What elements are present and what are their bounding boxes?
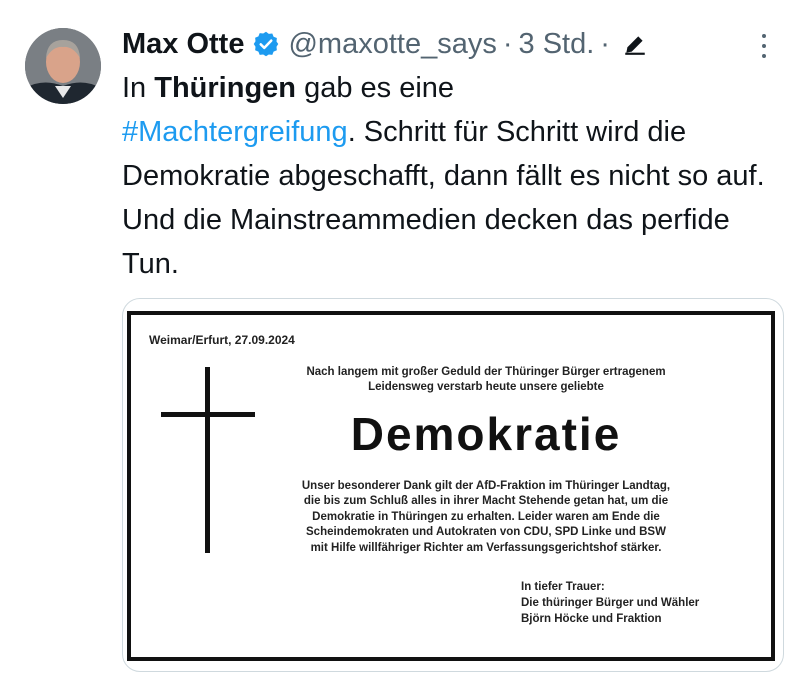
- intro-text: Nach langem mit großer Geduld der Thürin…: [306, 366, 666, 393]
- edit-pencil-icon[interactable]: [622, 31, 648, 57]
- tweet-image[interactable]: Weimar/Erfurt, 27.09.2024 Nach langem mi…: [122, 298, 784, 672]
- obituary-notice: Weimar/Erfurt, 27.09.2024 Nach langem mi…: [127, 311, 775, 661]
- thanks-text: Unser besonderer Dank gilt der AfD-Frakt…: [301, 480, 671, 554]
- cross-icon: [161, 412, 255, 417]
- separator-dot: ·: [600, 27, 610, 60]
- separator-dot: ·: [502, 27, 513, 60]
- hashtag-link[interactable]: #Machtergreifung: [122, 116, 348, 148]
- more-options-icon[interactable]: [760, 34, 768, 58]
- tweet-time[interactable]: 3 Std.: [519, 28, 595, 61]
- avatar[interactable]: [25, 28, 101, 104]
- bold-place: Thüringen: [154, 72, 297, 104]
- verified-badge-icon: [252, 30, 280, 58]
- cross-icon: [205, 367, 210, 553]
- notice-title: Demokratie: [350, 408, 622, 460]
- place-date: Weimar/Erfurt, 27.09.2024: [149, 333, 295, 347]
- author-name[interactable]: Max Otte: [122, 28, 244, 61]
- author-handle[interactable]: @maxotte_says: [288, 28, 496, 61]
- tweet-header: Max Otte @maxotte_says · 3 Std. ·: [122, 24, 770, 64]
- tweet-text: In Thüringen gab es eine #Machtergreifun…: [122, 72, 765, 280]
- signature-block: In tiefer Trauer: Die thüringer Bürger u…: [521, 581, 700, 625]
